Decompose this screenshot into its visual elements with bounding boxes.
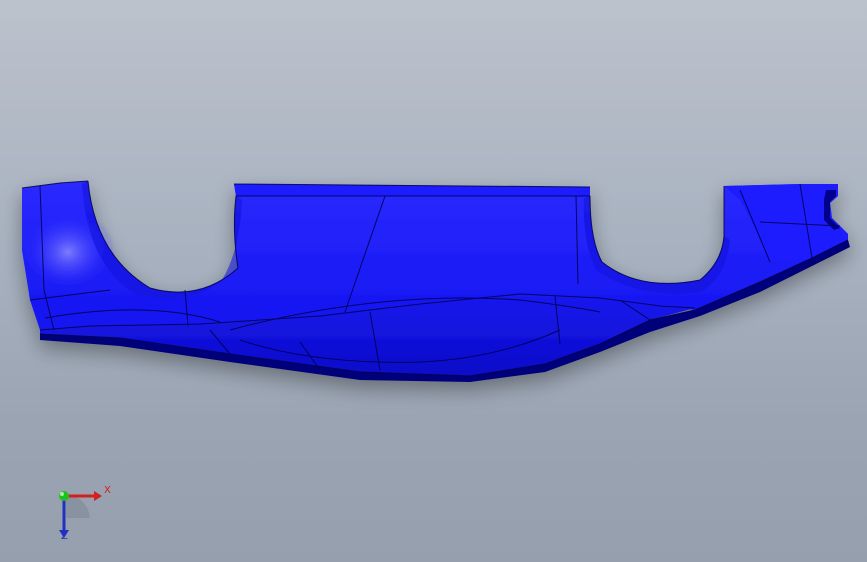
x-axis-label: X bbox=[104, 485, 111, 496]
triad-graphic bbox=[59, 491, 102, 538]
triad-shadow-arc bbox=[66, 494, 90, 518]
y-axis-point bbox=[59, 491, 69, 501]
y-axis-point-highlight bbox=[60, 492, 64, 496]
model-part-view[interactable] bbox=[0, 0, 867, 562]
x-axis-arrowhead bbox=[94, 491, 102, 501]
z-axis-label: Z bbox=[61, 531, 68, 542]
part-body[interactable] bbox=[20, 181, 850, 382]
coordinate-triad: X Z bbox=[44, 482, 124, 546]
graphics-viewport[interactable]: X Z bbox=[0, 0, 867, 562]
